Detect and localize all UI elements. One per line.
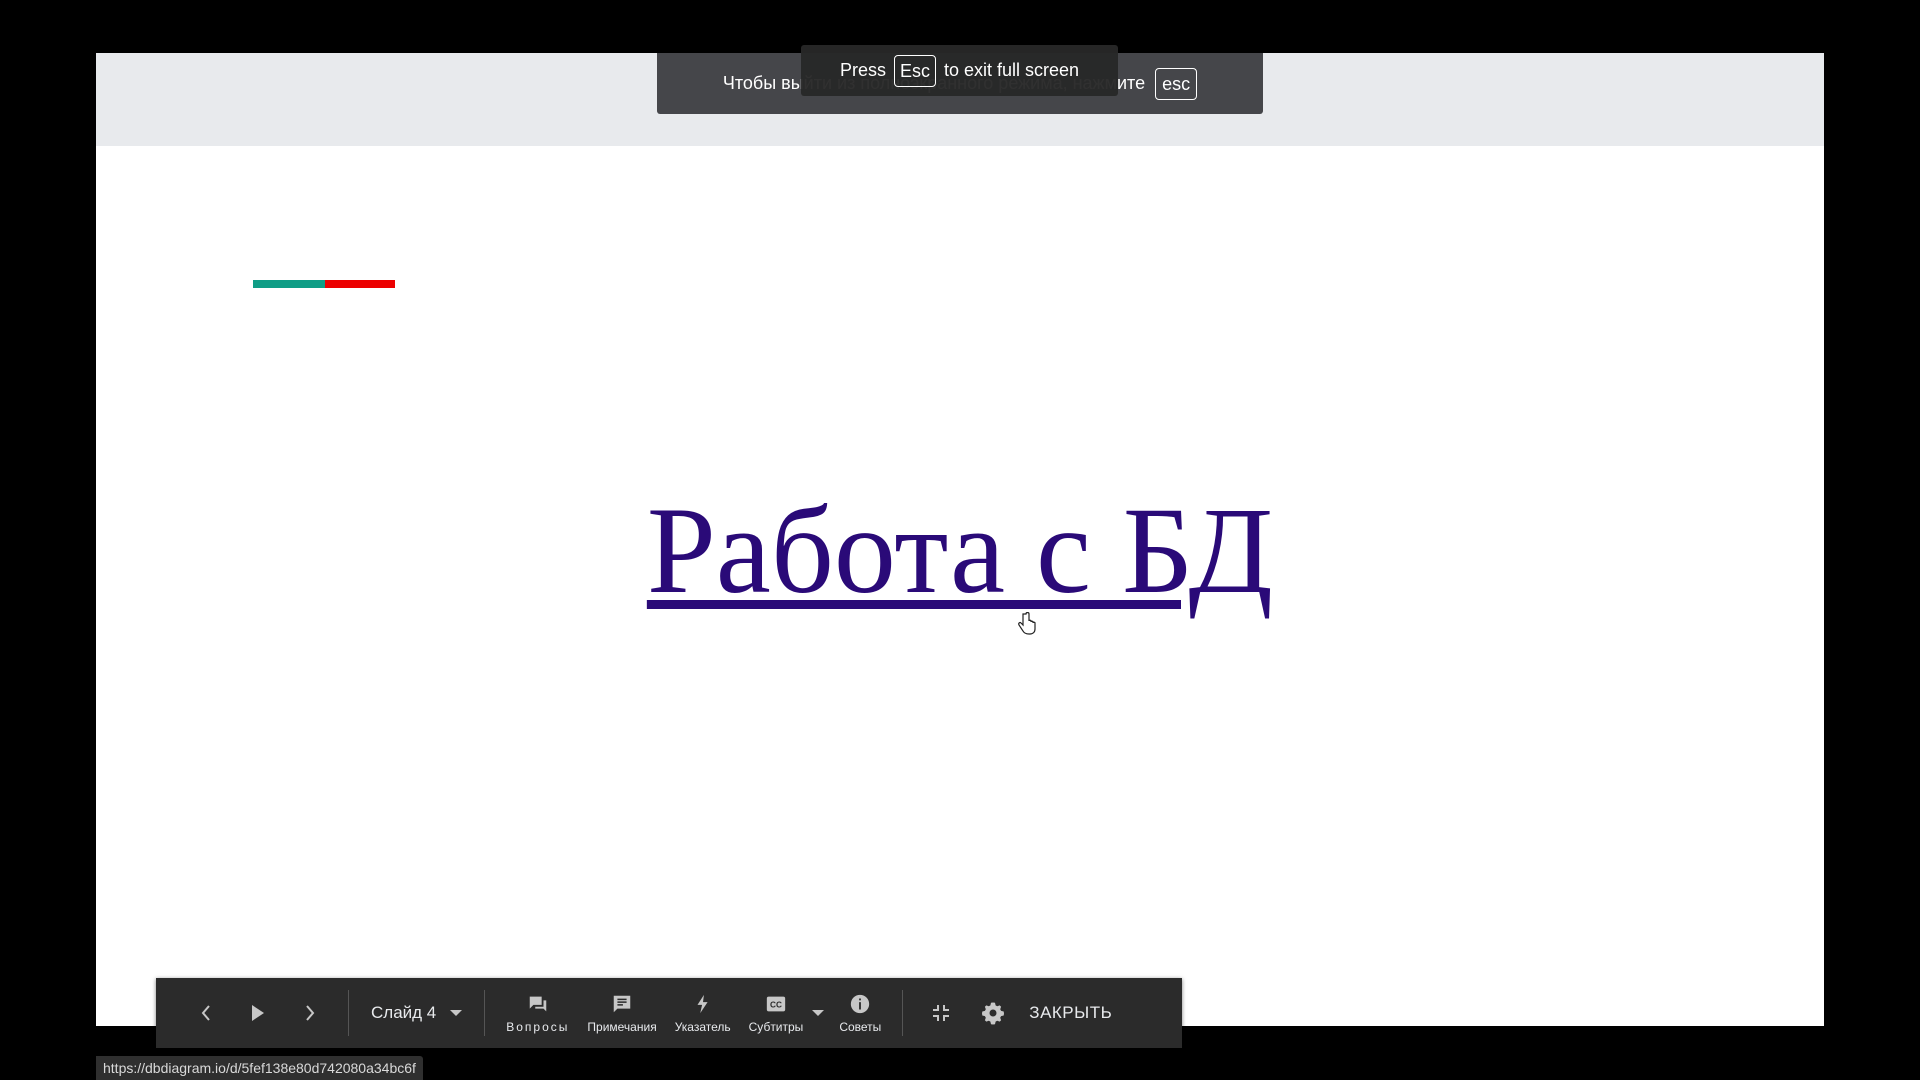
previous-slide-button[interactable] [180,978,232,1048]
notes-button[interactable]: Примечания [578,978,665,1048]
accent-bar-teal [253,280,325,288]
tips-label: Советы [839,1019,882,1034]
play-icon [252,1005,264,1021]
captions-options-dropdown[interactable] [812,978,830,1048]
chevron-left-icon [201,1005,210,1021]
notes-label: Примечания [587,1019,657,1034]
toolbar-divider [348,990,349,1036]
exit-fullscreen-button[interactable] [915,978,967,1048]
exit-fullscreen-icon [933,1005,950,1021]
accent-bar-red [325,280,395,288]
pointer-button[interactable]: Указатель [666,978,740,1048]
fullscreen-hint-en-after: to exit full screen [943,60,1080,80]
presenter-toolbar: Слайд 4 Вопросы Примечания Указатель CC … [156,978,1182,1048]
close-presentation-button[interactable]: ЗАКРЫТЬ [1019,978,1130,1048]
esc-key-badge-en: Esc [893,54,936,87]
notes-icon [613,995,631,1012]
captions-button[interactable]: CC Субтитры [740,978,813,1048]
slide-canvas: Работа с БД [96,53,1824,1026]
toolbar-divider [484,990,486,1036]
chat-bubbles-icon [529,996,547,1011]
settings-button[interactable] [967,978,1019,1048]
slide-selector-dropdown[interactable]: Слайд 4 [361,978,472,1048]
toolbar-divider [902,990,904,1036]
esc-key-badge: esc [1155,67,1198,100]
pointer-label: Указатель [674,1019,731,1034]
laser-pointer-icon [697,994,708,1013]
play-button[interactable] [232,978,284,1048]
fullscreen-hint-en-before: Press [839,60,886,80]
questions-button[interactable]: Вопросы [497,978,578,1048]
dropdown-caret-icon [812,1010,825,1016]
info-icon [851,994,870,1013]
tips-button[interactable]: Советы [830,978,890,1048]
dropdown-caret-icon [450,1010,463,1016]
chevron-right-icon [306,1005,315,1021]
questions-label: Вопросы [506,1019,570,1034]
fullscreen-exit-hint-en: Press Esc to exit full screen [801,45,1118,96]
slide-title-link[interactable]: Работа с БД [96,481,1824,621]
slide-number-label: Слайд 4 [371,1003,437,1022]
closed-captions-icon: CC [766,996,786,1011]
gear-icon [982,1002,1005,1025]
next-slide-button[interactable] [284,978,336,1048]
captions-label: Субтитры [748,1019,804,1034]
link-hover-url: https://dbdiagram.io/d/5fef138e80d742080… [96,1056,423,1080]
svg-text:CC: CC [770,1000,782,1009]
hand-cursor-icon [1018,612,1036,635]
